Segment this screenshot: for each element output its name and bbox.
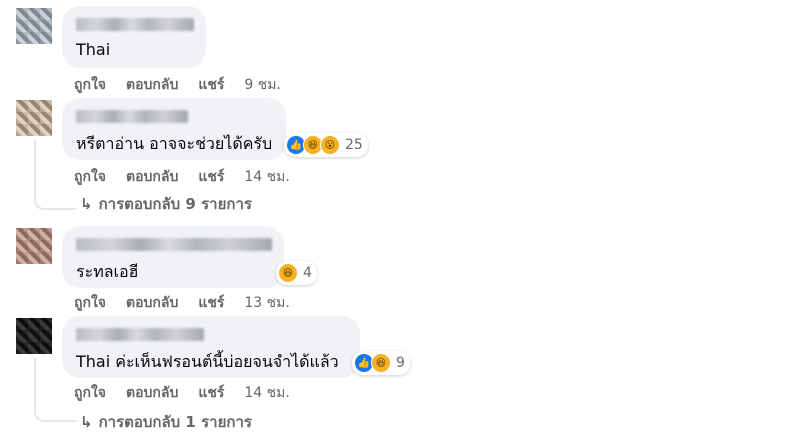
avatar[interactable] [16,228,52,264]
comment-bubble: หรีตาอ่าน อาจจะช่วยได้ครับ [62,98,286,160]
comment-text: ระทลเอฮี [76,262,139,281]
comment-actions: ถูกใจ ตอบกลับ แชร์ 13 ชม. [74,292,290,314]
haha-icon: 😆 [278,263,298,283]
comment-actions: ถูกใจ ตอบกลับ แชร์ 14 ชม. [74,382,290,404]
reaction-summary[interactable]: 😆 4 [276,261,317,285]
timestamp[interactable]: 13 ชม. [244,292,289,314]
like-link[interactable]: ถูกใจ [74,382,106,404]
reply-link[interactable]: ตอบกลับ [126,74,178,96]
like-link[interactable]: ถูกใจ [74,292,106,314]
comment-text: หรีตาอ่าน อาจจะช่วยได้ครับ [76,134,273,153]
share-link[interactable]: แชร์ [198,74,224,96]
commenter-name[interactable] [76,238,272,251]
commenter-name[interactable] [76,328,204,341]
replies-label: การตอบกลับ 1 รายการ [98,413,252,431]
thread-hook [34,408,76,422]
timestamp[interactable]: 14 ชม. [244,166,289,188]
reply-arrow-icon: ↳ [80,413,93,431]
commenter-name[interactable] [76,110,188,123]
reply-link[interactable]: ตอบกลับ [126,166,178,188]
view-replies-link[interactable]: ↳ การตอบกลับ 9 รายการ [80,192,252,216]
like-link[interactable]: ถูกใจ [74,74,106,96]
avatar[interactable] [16,318,52,354]
reply-arrow-icon: ↳ [80,195,93,213]
reply-link[interactable]: ตอบกลับ [126,382,178,404]
reaction-count: 9 [396,355,405,371]
comment-bubble: Thai ค่ะเห็นฟรอนต์นี้บ่อยจนจำได้แล้ว [62,316,360,378]
timestamp[interactable]: 9 ชม. [244,74,281,96]
comment-actions: ถูกใจ ตอบกลับ แชร์ 9 ชม. [74,74,281,96]
view-replies-link[interactable]: ↳ การตอบกลับ 1 รายการ [80,410,252,434]
reaction-summary[interactable]: 👍 😆 9 [352,351,410,375]
haha-icon: 😆 [371,353,391,373]
avatar[interactable] [16,8,52,44]
share-link[interactable]: แชร์ [198,382,224,404]
reaction-count: 25 [345,137,363,153]
reply-link[interactable]: ตอบกลับ [126,292,178,314]
timestamp[interactable]: 14 ชม. [244,382,289,404]
thread-hook [34,196,76,210]
comment-text: Thai ค่ะเห็นฟรอนต์นี้บ่อยจนจำได้แล้ว [76,352,339,371]
replies-label: การตอบกลับ 9 รายการ [98,195,252,213]
wow-icon: 😮 [320,135,340,155]
comment-text: Thai [76,40,111,59]
share-link[interactable]: แชร์ [198,166,224,188]
reaction-summary[interactable]: 👍 😆 😮 25 [284,133,368,157]
like-link[interactable]: ถูกใจ [74,166,106,188]
share-link[interactable]: แชร์ [198,292,224,314]
comment-bubble: ระทลเอฮี [62,226,284,288]
comment-actions: ถูกใจ ตอบกลับ แชร์ 14 ชม. [74,166,290,188]
thread-line [34,140,36,200]
comment-bubble: Thai [62,6,206,68]
thread-line [34,358,36,412]
commenter-name[interactable] [76,18,194,31]
reaction-count: 4 [303,265,312,281]
avatar[interactable] [16,100,52,136]
